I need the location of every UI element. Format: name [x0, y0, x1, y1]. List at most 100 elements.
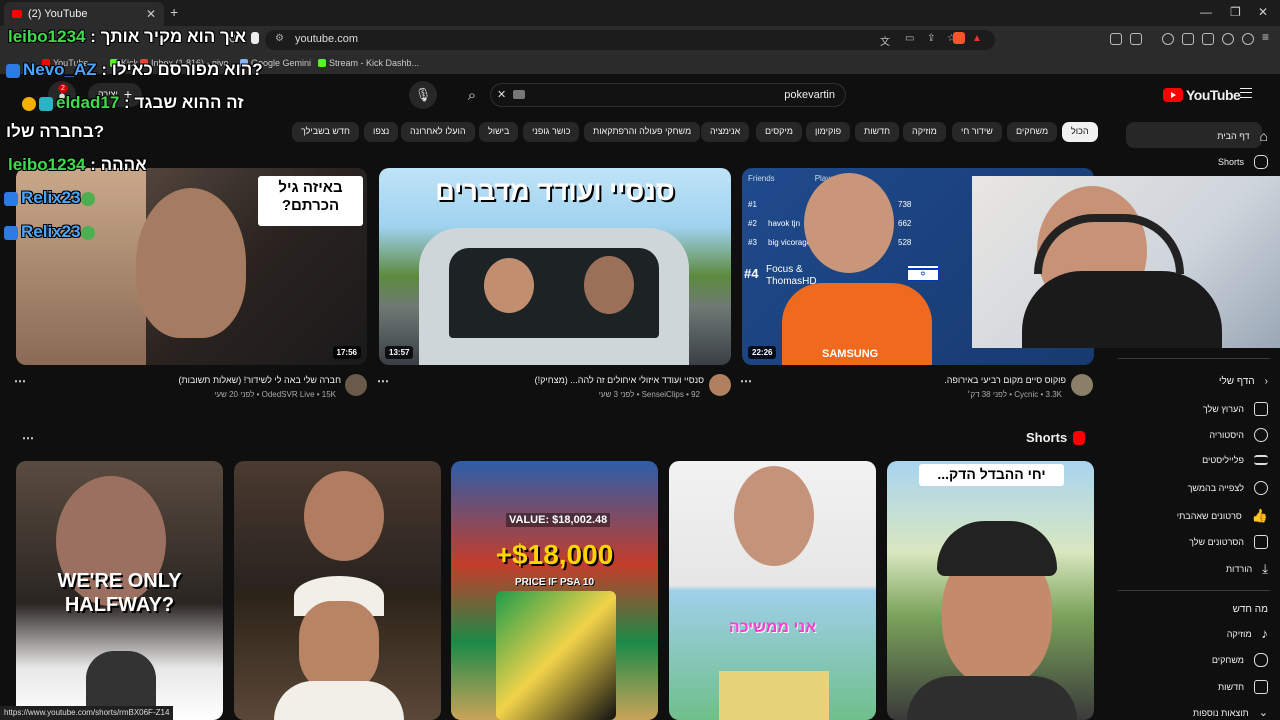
short-card[interactable]	[234, 461, 441, 720]
vpn-shield-icon[interactable]	[1242, 33, 1254, 45]
bookmark-kick-dashboard[interactable]: Stream - Kick Dashb...	[318, 58, 419, 68]
chip-animation[interactable]: אנימציה	[701, 122, 750, 142]
short-game-track	[719, 671, 829, 720]
video-meta: Cycnic • 3.3K • לפני 38 דק׳	[967, 390, 1062, 399]
browser-tab[interactable]: (2) YouTube ✕	[4, 2, 164, 26]
restore-icon[interactable]: ❐	[1230, 5, 1241, 19]
sidebar-item-music[interactable]: מוזיקה ♪	[1227, 626, 1268, 641]
chip-all[interactable]: הכול	[1062, 122, 1098, 142]
youtube-logo[interactable]: YouTube	[1163, 87, 1241, 103]
short-card[interactable]: אני ממשיכה	[669, 461, 876, 720]
bookmark-icon	[250, 31, 259, 44]
chip-live[interactable]: שידור חי	[952, 122, 1002, 142]
sidebar-item-playlists[interactable]: פלייליסטים	[1202, 455, 1268, 465]
channel-name[interactable]: SenseiClips	[642, 390, 684, 399]
sidebar-toggle-icon[interactable]	[1130, 33, 1142, 45]
channel-avatar[interactable]	[709, 374, 731, 396]
menu-icon[interactable]: ≡	[1262, 30, 1269, 44]
share-icon[interactable]: ⇪	[927, 33, 935, 44]
tab-title: (2) YouTube	[28, 8, 88, 20]
upload-age: לפני 38 דק׳	[967, 390, 1008, 399]
thumbnail-rank: #4	[744, 266, 759, 281]
close-tab-icon[interactable]: ✕	[146, 7, 156, 21]
site-info-icon[interactable]: ⚙	[275, 33, 284, 44]
short-value-label: VALUE: $18,002.48	[506, 513, 611, 527]
keyboard-icon[interactable]	[513, 90, 525, 99]
more-options-icon[interactable]: ⋯	[377, 374, 390, 388]
upload-age: לפני 20 שעי	[214, 390, 255, 399]
channel-avatar[interactable]	[1071, 374, 1093, 396]
music-icon[interactable]	[1162, 33, 1174, 45]
chip-fitness[interactable]: כושר גופני	[523, 122, 580, 142]
pepe-emote-icon	[80, 225, 95, 240]
chip-gaming[interactable]: משחקים	[1007, 122, 1058, 142]
search-input[interactable]: ✕ pokevartin	[490, 83, 846, 107]
chip-recently-uploaded[interactable]: הועלו לאחרונה	[401, 122, 475, 142]
chip-new-to-you[interactable]: חדש בשבילך	[292, 122, 359, 142]
wallet-icon[interactable]	[1202, 33, 1214, 45]
search-button[interactable]: ⌕	[454, 81, 490, 109]
shorts-more-options-icon[interactable]: ⋯	[22, 431, 35, 445]
sidebar-item-gaming[interactable]: משחקים	[1212, 653, 1268, 667]
sidebar-item-liked-videos[interactable]: סרטונים שאהבתי 👍	[1177, 508, 1268, 524]
sidebar-item-downloads[interactable]: הורדות ⤓	[1226, 561, 1268, 577]
short-caption: WE'RE ONLY HALFWAY?	[57, 570, 182, 616]
more-options-icon[interactable]: ⋯	[14, 374, 27, 388]
minimize-icon[interactable]: —	[1200, 5, 1212, 19]
chip-news[interactable]: חדשות	[855, 122, 900, 142]
sidebar-item-show-more[interactable]: תוצאות נוספות ⌄	[1193, 706, 1268, 719]
channel-name[interactable]: OdedSVR Live	[262, 390, 315, 399]
chip-pokemon[interactable]: פוקימון	[806, 122, 851, 142]
thumbnail-person-face	[136, 188, 246, 338]
new-tab-icon[interactable]: +	[170, 4, 178, 20]
search-value: pokevartin	[784, 89, 835, 101]
chat-username: eldad17	[56, 93, 120, 112]
guide-menu-icon[interactable]	[1240, 88, 1252, 98]
video-title[interactable]: סנסיי ועודד איזולי איחולים זה להה... (מצ…	[535, 375, 704, 385]
window-close-icon[interactable]: ✕	[1258, 5, 1268, 19]
channel-name[interactable]: Cycnic	[1014, 390, 1038, 399]
chat-message: Relix23	[4, 222, 98, 242]
short-card[interactable]: WE'RE ONLY HALFWAY?	[16, 461, 223, 720]
sidebar-item-shorts[interactable]: Shorts	[1218, 155, 1268, 169]
sidebar-icon[interactable]	[1182, 33, 1194, 45]
voice-search-icon[interactable]: 🎙	[409, 81, 437, 109]
chip-action-adventure[interactable]: משחקי פעולה והרפתקאות	[584, 122, 701, 142]
leaderboard-rank: #2	[748, 219, 757, 228]
more-options-icon[interactable]: ⋯	[740, 374, 753, 388]
gamepad-icon	[1254, 653, 1268, 667]
chip-mixes[interactable]: מיקסים	[756, 122, 802, 142]
cast-icon[interactable]: ▭	[905, 33, 914, 44]
channel-avatar[interactable]	[345, 374, 367, 396]
sidebar-item-history[interactable]: היסטוריה	[1209, 428, 1268, 442]
leo-ai-icon[interactable]	[1222, 33, 1234, 45]
brave-shield-icon[interactable]	[953, 32, 965, 44]
url-field[interactable]: ⚙ youtube.com 文 ▭ ⇪ ☆ ▲	[265, 30, 995, 50]
short-card[interactable]: יחי ההבדל הדק...	[887, 461, 1094, 720]
video-title[interactable]: חברה שלי באה לי לשידור! (שאלות תשובות)	[178, 375, 341, 385]
translate-icon[interactable]: 文	[880, 33, 890, 48]
sidebar-item-your-videos[interactable]: הסרטונים שלך	[1189, 535, 1268, 549]
sidebar-item-news[interactable]: חדשות	[1218, 680, 1268, 694]
chat-message: leibo1234 : איך הוא מקיר אותך	[8, 27, 262, 47]
shorts-section-title: Shorts	[1026, 430, 1068, 445]
search-icon: ⌕	[467, 86, 477, 104]
leaderboard-row: 528	[898, 238, 912, 247]
chip-music[interactable]: מוזיקה	[903, 122, 946, 142]
youtube-favicon-icon	[12, 10, 22, 18]
sidebar-item-watch-later[interactable]: לצפייה בהמשך	[1188, 481, 1268, 495]
sidebar-you-header[interactable]: הדף שלי ›	[1219, 376, 1268, 387]
extensions-icon[interactable]	[1110, 33, 1122, 45]
video-title[interactable]: פוקוס סיים מקום רביעי באירופה.	[944, 375, 1066, 385]
kick-badge-icon	[6, 63, 20, 78]
kick-badge-icon	[4, 191, 18, 206]
video-thumbnail[interactable]: סנסיי ועודד מדברים 13:57	[379, 168, 731, 365]
channel-icon	[1254, 402, 1268, 416]
brave-rewards-icon[interactable]: ▲	[972, 33, 982, 44]
clear-search-icon[interactable]: ✕	[497, 88, 506, 101]
chip-cooking[interactable]: בישול	[479, 122, 519, 142]
thumbnail-person-face	[804, 173, 894, 273]
sidebar-item-your-channel[interactable]: הערוץ שלך	[1203, 402, 1268, 416]
chip-watched[interactable]: נצפו	[364, 122, 399, 142]
short-card[interactable]: VALUE: $18,002.48 +$18,000 PRICE IF PSA …	[451, 461, 658, 720]
